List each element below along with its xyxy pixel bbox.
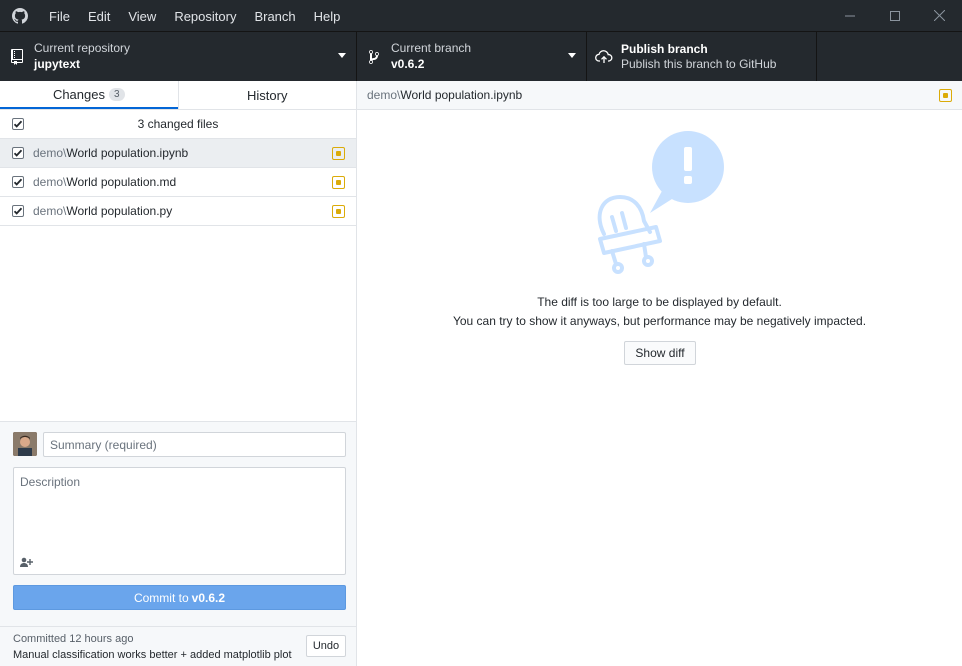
commit-panel: Commit to v0.6.2 (0, 421, 356, 626)
tab-history-label: History (247, 87, 288, 103)
github-logo-icon (0, 0, 40, 31)
minimize-button[interactable] (827, 0, 872, 31)
commit-description-box (13, 467, 346, 575)
branch-label: Current branch (391, 41, 472, 55)
file-checkbox[interactable] (12, 147, 24, 159)
window-controls (827, 0, 962, 31)
file-checkbox[interactable] (12, 205, 24, 217)
file-path: demo\World population.md (33, 175, 176, 189)
menu-repository[interactable]: Repository (165, 0, 245, 31)
commit-summary-input[interactable] (43, 432, 346, 457)
maximize-icon (889, 10, 900, 21)
tab-changes-label: Changes (52, 86, 105, 102)
file-list-item[interactable]: demo\World population.ipynb (0, 139, 356, 168)
cloud-upload-icon (587, 49, 621, 64)
file-dir: demo\ (33, 146, 67, 160)
commit-button[interactable]: Commit to v0.6.2 (13, 585, 346, 610)
branch-name: v0.6.2 (391, 57, 425, 71)
file-name: World population.ipynb (66, 146, 189, 160)
menu-bar: File Edit View Repository Branch Help (40, 0, 349, 31)
repo-icon (0, 48, 34, 65)
publish-branch-subtitle: Publish this branch to GitHub (621, 57, 777, 71)
file-modified-icon (939, 89, 952, 102)
file-modified-icon (332, 205, 345, 218)
menu-help[interactable]: Help (305, 0, 350, 31)
changed-files-count: 3 changed files (137, 117, 219, 131)
toolbar: Current repository jupytext Current bran… (0, 31, 962, 81)
commit-description-input[interactable] (14, 468, 345, 553)
undo-button[interactable]: Undo (306, 635, 346, 657)
show-diff-button[interactable]: Show diff (624, 341, 696, 365)
file-list-item[interactable]: demo\World population.md (0, 168, 356, 197)
avatar (13, 432, 37, 456)
add-person-icon[interactable] (20, 556, 34, 568)
diff-too-large-message: The diff is too large to be displayed by… (537, 295, 782, 309)
large-diff-illustration-icon (597, 131, 724, 274)
minimize-icon (844, 15, 855, 16)
file-path: demo\World population.ipynb (33, 146, 188, 160)
repository-name: jupytext (34, 57, 81, 71)
file-name: World population.md (66, 175, 177, 189)
tab-history[interactable]: History (177, 81, 357, 109)
close-button[interactable] (917, 0, 962, 31)
file-modified-icon (332, 147, 345, 160)
commit-button-prefix: Commit to (133, 590, 189, 605)
chevron-down-icon (338, 53, 346, 58)
file-dir: demo\ (33, 175, 67, 189)
diff-file-header: demo\World population.ipynb (357, 81, 962, 110)
tab-changes[interactable]: Changes 3 (0, 81, 178, 109)
file-modified-icon (332, 176, 345, 189)
diff-performance-warning: You can try to show it anyways, but perf… (452, 314, 867, 328)
last-commit-time: Committed 12 hours ago (13, 633, 134, 645)
file-list-item[interactable]: demo\World population.py (0, 197, 356, 226)
repository-label: Current repository (34, 41, 131, 55)
file-dir: demo\ (33, 204, 67, 218)
changed-files-header: 3 changed files (0, 110, 356, 139)
title-bar: File Edit View Repository Branch Help (0, 0, 962, 31)
diff-file-path: demo\World population.ipynb (367, 88, 522, 102)
last-commit-panel: Committed 12 hours ago Manual classifica… (0, 626, 356, 666)
chevron-down-icon (568, 53, 576, 58)
menu-file[interactable]: File (40, 0, 79, 31)
select-all-checkbox[interactable] (12, 118, 24, 130)
diff-file-name: World population.ipynb (400, 88, 523, 102)
publish-branch-title: Publish branch (621, 42, 708, 56)
close-icon (934, 10, 945, 21)
changes-count-badge: 3 (108, 87, 125, 101)
file-checkbox[interactable] (12, 176, 24, 188)
diff-file-dir: demo\ (367, 88, 401, 102)
sidebar-tabs: Changes 3 History (0, 81, 356, 110)
diff-pane: demo\World population.ipynb The diff is … (357, 81, 962, 666)
maximize-button[interactable] (872, 0, 917, 31)
file-name: World population.py (66, 204, 173, 218)
publish-branch-button[interactable]: Publish branch Publish this branch to Gi… (587, 32, 817, 81)
branch-dropdown[interactable]: Current branch v0.6.2 (357, 32, 587, 81)
menu-branch[interactable]: Branch (245, 0, 304, 31)
menu-edit[interactable]: Edit (79, 0, 119, 31)
last-commit-message: Manual classification works better + add… (13, 649, 292, 661)
commit-button-branch: v0.6.2 (191, 590, 226, 605)
changes-sidebar: Changes 3 History 3 changed files demo\W… (0, 81, 357, 666)
git-branch-icon (357, 49, 391, 65)
repository-dropdown[interactable]: Current repository jupytext (0, 32, 357, 81)
menu-view[interactable]: View (119, 0, 165, 31)
file-path: demo\World population.py (33, 204, 172, 218)
